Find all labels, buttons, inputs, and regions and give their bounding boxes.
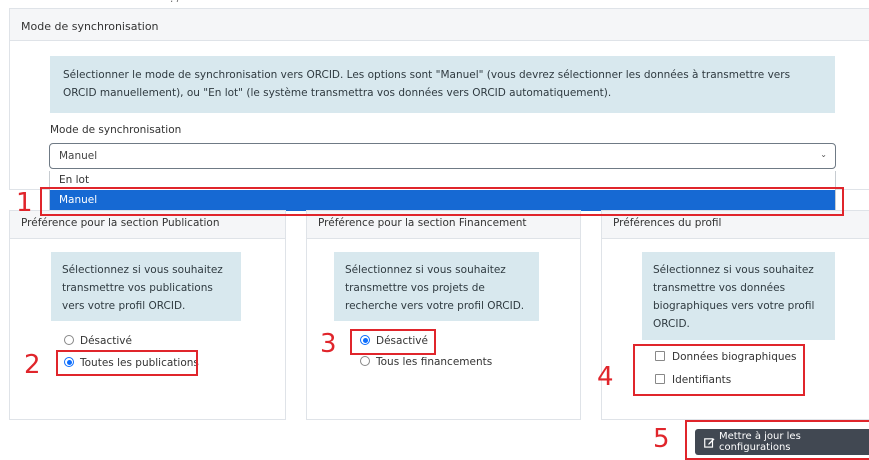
profile-card-title: Préférences du profil — [613, 217, 722, 229]
sync-mode-select[interactable]: Manuel ⌄ — [49, 143, 836, 169]
publication-info-box: Sélectionnez si vous souhaitez transmett… — [51, 252, 241, 321]
annotation-number-3: 3 — [320, 329, 337, 359]
funding-option-all[interactable]: Tous les financements — [360, 356, 492, 368]
funding-info-text: Sélectionnez si vous souhaitez transmett… — [345, 264, 525, 312]
profile-info-box: Sélectionnez si vous souhaitez transmett… — [642, 252, 835, 340]
sync-field-label: Mode de synchronisation — [50, 124, 182, 136]
cropped-text: , / — [170, 0, 210, 2]
publication-info-text: Sélectionnez si vous souhaitez transmett… — [62, 264, 223, 312]
funding-info-box: Sélectionnez si vous souhaitez transmett… — [334, 252, 539, 321]
sync-info-text: Sélectionner le mode de synchronisation … — [63, 69, 791, 99]
sync-card-title: Mode de synchronisation — [21, 20, 159, 33]
publication-card-title: Préférence pour la section Publication — [21, 217, 220, 229]
funding-card-title: Préférence pour la section Financement — [318, 217, 527, 229]
annotation-number-1: 1 — [16, 188, 33, 218]
annotation-box-5 — [685, 420, 869, 460]
publication-option-disabled-label: Désactivé — [80, 335, 132, 347]
sync-card-header: Mode de synchronisation — [10, 9, 869, 41]
funding-option-all-label: Tous les financements — [376, 356, 493, 368]
chevron-down-icon: ⌄ — [820, 150, 827, 159]
publication-option-disabled[interactable]: Désactivé — [64, 335, 132, 347]
radio-icon[interactable] — [64, 335, 74, 345]
sync-selected-value: Manuel — [59, 150, 98, 162]
annotation-number-4: 4 — [597, 362, 614, 392]
annotation-number-2: 2 — [24, 350, 41, 380]
annotation-box-3 — [350, 329, 436, 355]
annotation-box-2 — [56, 350, 198, 376]
radio-icon[interactable] — [360, 356, 370, 366]
annotation-box-4 — [633, 344, 805, 396]
profile-info-text: Sélectionnez si vous souhaitez transmett… — [653, 264, 815, 330]
annotation-number-5: 5 — [653, 424, 670, 454]
sync-info-box: Sélectionner le mode de synchronisation … — [50, 56, 835, 113]
annotation-box-1 — [40, 187, 844, 216]
